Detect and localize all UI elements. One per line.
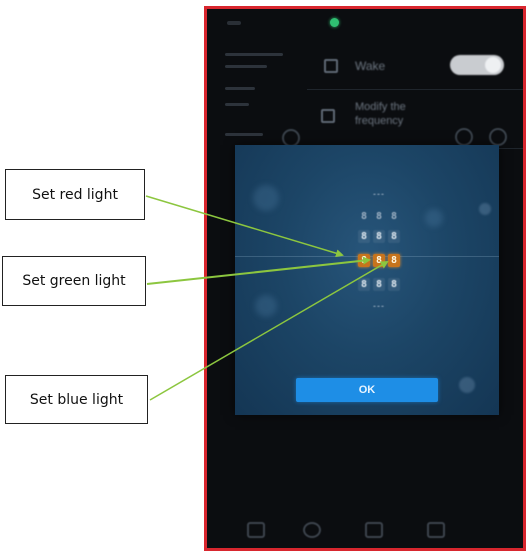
bottom-nav-icon[interactable] [365,522,383,538]
callout-blue-light: Set blue light [5,375,148,424]
callout-green-light: Set green light [2,256,146,306]
divider [307,89,523,90]
bottom-nav-icon[interactable] [247,522,265,538]
picker-digit[interactable]: 8 [388,230,400,243]
picker-digit[interactable]: 8 [373,278,385,291]
settings-item-label: Wake [355,59,386,73]
rgb-picker-dialog: --- 8 8 8 8 8 8 8 8 8 8 8 8 --- OK [235,145,499,415]
red-value-picker[interactable]: 8 [358,254,370,267]
settings-item-icon [324,59,338,73]
settings-item-label-line2: frequency [355,115,404,127]
green-value-picker[interactable]: 8 [373,254,385,267]
picker-digit[interactable]: 8 [358,278,370,291]
picker-bottom-label: --- [373,301,385,311]
settings-item-label-line1: Modify the [355,101,406,113]
dialog-glow [425,209,443,227]
picker-digit[interactable]: 8 [358,210,370,223]
dialog-glow [253,185,279,211]
callout-red-light: Set red light [5,169,145,220]
picker-digit[interactable]: 8 [373,230,385,243]
blue-value-picker[interactable]: 8 [388,254,400,267]
picker-digit[interactable]: 8 [388,278,400,291]
picker-row-above: 8 8 8 [358,210,400,223]
background-text-line [225,133,263,136]
wake-toggle[interactable] [450,55,504,75]
settings-item-icon [321,109,335,123]
dialog-side-knob [459,377,475,393]
phone-screen: Wake Modify the frequency --- 8 8 8 8 8 … [204,6,526,551]
bottom-nav-icon[interactable] [427,522,445,538]
background-text-line [225,53,283,56]
picker-row-below: 8 8 8 [358,278,400,291]
background-text-line [225,103,249,106]
background-circle-icon [489,128,507,146]
background-text-line [225,65,267,68]
dialog-glow [255,295,277,317]
background-circle-icon [455,128,473,146]
picker-row-above: 8 8 8 [358,230,400,243]
picker-digit[interactable]: 8 [358,230,370,243]
background-text-line [225,87,255,90]
picker-digit[interactable]: 8 [373,210,385,223]
picker-selected-row: 8 8 8 [358,254,400,267]
status-indicator-dot [330,18,339,27]
picker-digit[interactable]: 8 [388,210,400,223]
picker-top-label: --- [373,189,385,199]
bottom-nav-icon[interactable] [303,522,321,538]
ok-button[interactable]: OK [296,378,438,402]
status-bar-indicator [227,21,241,25]
dialog-side-knob [479,203,491,215]
